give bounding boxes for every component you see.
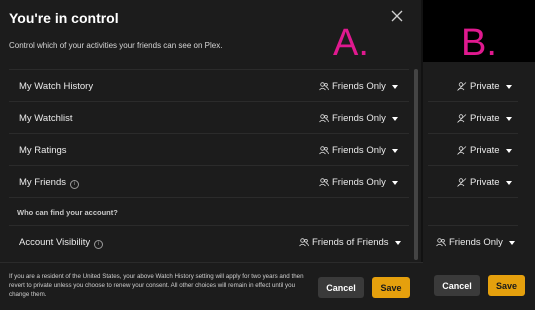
caret-down-icon <box>394 240 401 245</box>
caret-down-icon <box>505 148 512 153</box>
annotation-a: A. <box>333 22 369 64</box>
dropdown-value: Private <box>470 81 500 92</box>
ratings-dropdown-a[interactable]: Friends Only <box>319 145 398 156</box>
divider <box>9 225 409 226</box>
scrollbar-thumb[interactable] <box>414 69 418 260</box>
caret-down-icon <box>391 180 398 185</box>
dropdown-value: Private <box>470 145 500 156</box>
dialog-title: You're in control <box>9 10 119 26</box>
friends-dropdown-b[interactable]: Private <box>457 177 512 188</box>
friends-icon <box>436 238 446 247</box>
caret-down-icon <box>391 148 398 153</box>
row-label-watchlist: My Watchlist <box>19 113 73 124</box>
ratings-dropdown-b[interactable]: Private <box>457 145 512 156</box>
divider <box>428 197 518 198</box>
friends-dropdown-a[interactable]: Friends Only <box>319 177 398 188</box>
row-label-friends: My Friends i <box>19 177 79 189</box>
dropdown-value: Friends Only <box>332 81 386 92</box>
caret-down-icon <box>508 240 515 245</box>
divider <box>9 69 409 70</box>
save-button-b[interactable]: Save <box>488 275 525 296</box>
row-label-account-visibility: Account Visibility i <box>19 237 104 249</box>
dropdown-value: Private <box>470 113 500 124</box>
caret-down-icon <box>391 116 398 121</box>
friends-icon <box>319 178 329 187</box>
friends-icon <box>319 146 329 155</box>
friends-icon <box>319 82 329 91</box>
divider <box>428 165 518 166</box>
annotation-b: B. <box>461 22 497 64</box>
divider <box>9 197 409 198</box>
divider <box>428 101 518 102</box>
section-heading: Who can find your account? <box>17 208 118 217</box>
watch-history-dropdown-b[interactable]: Private <box>457 81 512 92</box>
account-visibility-dropdown-b[interactable]: Friends Only <box>436 237 515 248</box>
close-icon[interactable] <box>390 9 404 23</box>
friends-icon <box>319 114 329 123</box>
caret-down-icon <box>505 180 512 185</box>
caret-down-icon <box>505 84 512 89</box>
footer-notice: If you are a resident of the United Stat… <box>9 273 304 298</box>
friends-icon <box>299 238 309 247</box>
cancel-button-a[interactable]: Cancel <box>318 277 364 298</box>
divider <box>9 101 409 102</box>
dropdown-value: Friends Only <box>332 113 386 124</box>
divider <box>9 165 409 166</box>
private-icon <box>457 114 467 123</box>
private-icon <box>457 178 467 187</box>
private-icon <box>457 146 467 155</box>
caret-down-icon <box>391 84 398 89</box>
divider <box>428 133 518 134</box>
dropdown-value: Friends Only <box>332 177 386 188</box>
info-icon[interactable]: i <box>94 240 104 249</box>
dropdown-value: Private <box>470 177 500 188</box>
watch-history-dropdown-a[interactable]: Friends Only <box>319 81 398 92</box>
dialog-subtitle: Control which of your activities your fr… <box>9 41 223 50</box>
row-label-watch-history: My Watch History <box>19 81 94 92</box>
caret-down-icon <box>505 116 512 121</box>
cancel-button-b[interactable]: Cancel <box>434 275 480 296</box>
watchlist-dropdown-a[interactable]: Friends Only <box>319 113 398 124</box>
save-button-a[interactable]: Save <box>372 277 410 298</box>
row-label-ratings: My Ratings <box>19 145 67 156</box>
dropdown-value: Friends of Friends <box>312 237 389 248</box>
account-visibility-dropdown-a[interactable]: Friends of Friends <box>299 237 401 248</box>
info-icon[interactable]: i <box>69 180 79 189</box>
watchlist-dropdown-b[interactable]: Private <box>457 113 512 124</box>
divider <box>9 133 409 134</box>
dropdown-value: Friends Only <box>332 145 386 156</box>
divider <box>428 225 518 226</box>
private-icon <box>457 82 467 91</box>
dropdown-value: Friends Only <box>449 237 503 248</box>
